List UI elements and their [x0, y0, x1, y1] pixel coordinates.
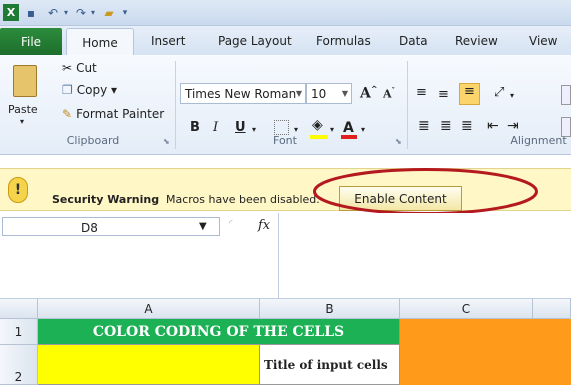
group-divider — [407, 61, 408, 149]
column-header-a[interactable]: A — [38, 299, 260, 319]
paintbrush-icon: ✎ — [62, 107, 73, 121]
row-header-2[interactable]: 2 — [0, 345, 38, 385]
row-header-1[interactable]: 1 — [0, 319, 38, 345]
redo-dropdown-icon[interactable]: ▾ — [89, 4, 97, 21]
column-header-c[interactable]: C — [400, 299, 533, 319]
ribbon: Paste ▾ ✂ Cut ❐ Copy ▾ ✎ Format Painter … — [0, 55, 571, 155]
redo-icon[interactable]: ↷ — [74, 4, 88, 21]
font-size-combo[interactable]: 10 ▼ — [306, 83, 352, 104]
cell-a2-yellow[interactable] — [38, 345, 260, 385]
chevron-down-icon: ▼ — [199, 221, 207, 232]
font-color-dropdown-icon[interactable]: ▾ — [361, 125, 365, 134]
paste-label: Paste — [8, 103, 38, 116]
tab-review[interactable]: Review — [455, 34, 498, 48]
chevron-down-icon: ▼ — [341, 89, 348, 98]
save-icon[interactable]: ▪ — [24, 4, 38, 21]
enable-content-button[interactable]: Enable Content — [339, 186, 462, 211]
name-box-value: D8 — [81, 221, 98, 235]
align-center-icon[interactable]: ≣ — [440, 118, 452, 134]
warning-icon: ! — [8, 177, 28, 203]
underline-icon[interactable]: U — [235, 120, 246, 135]
undo-dropdown-icon[interactable]: ▾ — [62, 4, 70, 21]
format-painter-label: Format Painter — [76, 107, 165, 121]
align-middle-icon[interactable]: ≡ — [438, 87, 449, 102]
clipboard-dialog-launcher-icon[interactable]: ⬊ — [163, 137, 170, 146]
select-all-corner[interactable] — [0, 299, 38, 319]
group-divider — [175, 61, 176, 149]
increase-indent-icon[interactable]: ⇥ — [507, 118, 519, 134]
column-header-d[interactable] — [533, 299, 571, 319]
security-warning-title: Security Warning — [52, 193, 160, 206]
cut-button[interactable]: ✂ Cut — [62, 61, 97, 75]
shrink-font-icon[interactable]: Aˇ — [383, 86, 395, 101]
undo-icon[interactable]: ↶ — [46, 4, 60, 21]
copy-icon: ❐ — [62, 83, 73, 97]
column-header-b[interactable]: B — [260, 299, 400, 319]
orientation-dropdown-icon[interactable]: ▾ — [510, 91, 514, 100]
font-name-value: Times New Roman — [185, 86, 297, 101]
insert-function-icon[interactable]: fx — [258, 218, 270, 233]
font-color-swatch — [341, 135, 357, 139]
align-right-icon[interactable]: ≣ — [461, 118, 473, 134]
font-dialog-launcher-icon[interactable]: ⬊ — [395, 137, 402, 146]
tab-page-layout[interactable]: Page Layout — [218, 34, 292, 48]
font-name-combo[interactable]: Times New Roman ▼ — [180, 83, 306, 104]
tab-insert[interactable]: Insert — [151, 34, 185, 48]
excel-logo-icon: X — [3, 4, 19, 21]
quick-access-toolbar: X ▪ ↶ ▾ ↷ ▾ ▰ ▾ — [0, 0, 571, 26]
underline-dropdown-icon[interactable]: ▾ — [252, 125, 256, 134]
name-box[interactable]: D8 ▼ — [2, 217, 220, 236]
paste-button[interactable]: Paste ▾ — [6, 59, 46, 126]
align-bottom-icon[interactable]: ≡ — [459, 83, 480, 105]
cell-c1-orange[interactable] — [400, 319, 571, 385]
grow-font-icon[interactable]: A^ — [360, 84, 378, 102]
cell-b2-title[interactable]: Title of input cells — [260, 345, 400, 385]
customize-qat-icon[interactable]: ▾ — [121, 4, 129, 21]
wrap-text-icon[interactable] — [561, 85, 571, 105]
cell-a1-merged-header[interactable]: COLOR CODING OF THE CELLS — [38, 319, 400, 345]
align-top-icon[interactable]: ≡ — [416, 85, 427, 100]
decrease-indent-icon[interactable]: ⇤ — [487, 118, 499, 134]
borders-icon[interactable] — [274, 120, 289, 135]
tab-formulas[interactable]: Formulas — [316, 34, 371, 48]
chevron-down-icon: ▼ — [295, 89, 302, 98]
security-warning-message: Macros have been disabled. — [166, 193, 320, 206]
formula-input[interactable] — [280, 213, 571, 299]
orientation-icon[interactable]: ⤢ — [494, 85, 504, 100]
font-size-value: 10 — [311, 86, 327, 101]
cut-label: Cut — [76, 61, 97, 75]
align-left-icon[interactable]: ≣ — [418, 118, 430, 134]
fill-color-swatch — [310, 135, 328, 139]
open-folder-icon[interactable]: ▰ — [101, 4, 117, 21]
font-group-label: Font — [273, 134, 297, 147]
spreadsheet-grid: A B C 1 2 COLOR CODING OF THE CELLS Titl… — [0, 299, 571, 385]
paste-icon — [13, 65, 37, 97]
ribbon-tabs: File Home Insert Page Layout Formulas Da… — [0, 26, 571, 56]
copy-label: Copy ▾ — [76, 83, 118, 97]
security-warning-bar: ! Security Warning Macros have been disa… — [0, 168, 571, 211]
font-color-icon[interactable]: A — [343, 120, 354, 136]
fill-color-dropdown-icon[interactable]: ▾ — [330, 125, 334, 134]
tab-view[interactable]: View — [529, 34, 557, 48]
copy-button[interactable]: ❐ Copy ▾ — [62, 83, 117, 97]
clipboard-group-label: Clipboard — [66, 134, 120, 147]
scissors-icon: ✂ — [62, 61, 73, 75]
formula-bar: D8 ▼ ◜ fx — [0, 213, 571, 299]
alignment-group-label: Alignment — [510, 134, 567, 147]
tab-data[interactable]: Data — [399, 34, 428, 48]
italic-icon[interactable]: I — [213, 120, 218, 135]
formula-bar-handle-icon[interactable]: ◜ — [229, 219, 233, 229]
paste-dropdown-icon: ▾ — [20, 117, 25, 126]
bold-icon[interactable]: B — [190, 120, 200, 135]
tab-home[interactable]: Home — [66, 28, 134, 56]
fill-color-icon[interactable]: ◈ — [312, 117, 323, 133]
borders-dropdown-icon[interactable]: ▾ — [294, 125, 298, 134]
format-painter-button[interactable]: ✎ Format Painter — [62, 107, 164, 121]
tab-file[interactable]: File — [0, 28, 62, 55]
formula-bar-divider — [278, 213, 279, 299]
